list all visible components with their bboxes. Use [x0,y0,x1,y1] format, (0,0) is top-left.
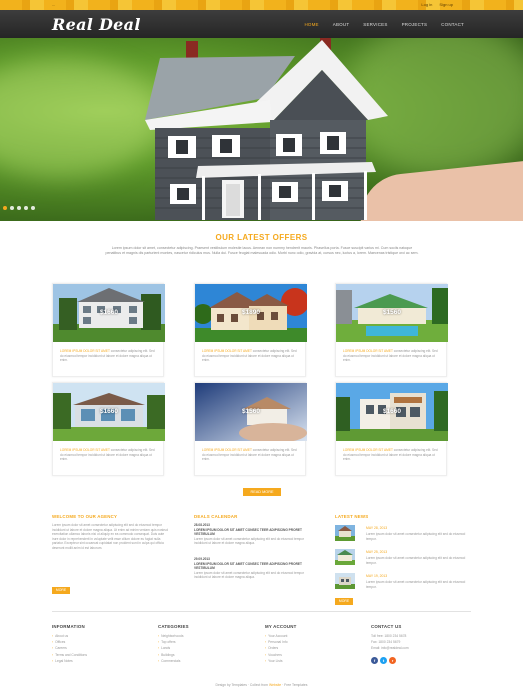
news-title: LATEST NEWS [335,514,369,519]
footer-account-title: MY ACCOUNT [265,624,297,629]
top-strip-links: Log in Sign up [415,2,453,7]
twitter-icon[interactable]: t [380,657,387,664]
footer-divider [52,611,471,612]
offer-card[interactable]: $1560 LOREM IPSUM DOLOR SIT AMET consect… [194,382,307,476]
offer-price: $1560 [241,408,261,415]
slider-pagination [3,206,35,210]
main-nav: HOME ABOUT SERVICES PROJECTS CONTACT [297,10,471,38]
footer-information-list: About us Offices Careers Terms and Condi… [52,633,87,664]
offers-intro: Lorem ipsum dolor sit amet, consectetur … [105,246,419,256]
calendar-date: 29.09.2013 [194,557,210,561]
welcome-more-button[interactable]: MORE [52,587,70,594]
news-more-button[interactable]: MORE [335,598,353,605]
offer-description: LOREM IPSUM DOLOR SIT AMET consectetur a… [343,448,438,462]
calendar-headline[interactable]: LOREM IPSUM DOLOR SIT AMET CONSEC TEER A… [194,528,302,537]
offer-description: LOREM IPSUM DOLOR SIT AMET consectetur a… [60,349,155,363]
rss-icon[interactable]: r [389,657,396,664]
news-thumbnail[interactable] [335,573,355,589]
slider-dot[interactable] [31,206,35,210]
welcome-text: Lorem ipsum dolor sit amet consectetur a… [52,523,169,550]
offer-price: $1660 [99,408,119,415]
welcome-title: WELCOME TO OUR AGENCY [52,514,118,519]
offer-description: LOREM IPSUM DOLOR SIT AMET consectetur a… [60,448,155,462]
copyright: Design by Templates · Collect from Websi… [215,683,308,687]
nav-item-projects[interactable]: PROJECTS [395,22,435,27]
footer-categories-list: Neighborhoods Top offers Lands Buildings… [158,633,183,664]
nav-item-about[interactable]: ABOUT [326,22,357,27]
nav-item-contact[interactable]: CONTACT [434,22,471,27]
calendar-text: Lorem ipsum dolor sit amet consectetur a… [194,570,305,580]
news-thumbnail[interactable] [335,549,355,565]
news-date: MAY 19, 2013 [366,574,388,578]
facebook-icon[interactable]: f [371,657,378,664]
read-more-button[interactable]: READ MORE [243,488,281,496]
nav-item-home[interactable]: HOME [297,22,325,27]
offer-description: LOREM IPSUM DOLOR SIT AMET consectetur a… [202,448,297,462]
offer-card[interactable]: $1660 LOREM IPSUM DOLOR SIT AMET consect… [52,382,165,476]
news-text: Lorem ipsum dolor sit amet consectetur a… [366,556,466,565]
offer-description: LOREM IPSUM DOLOR SIT AMET consectetur a… [202,349,297,363]
footer-contact-title: CONTACT US [371,624,402,629]
offer-description: LOREM IPSUM DOLOR SIT AMET consectetur a… [343,349,438,363]
hero-slider [0,38,523,221]
footer-contact-info: Toll free: 1800 234 5678 Fax: 1800 234 5… [371,633,409,652]
copyright-link[interactable]: Website [269,683,281,687]
slider-dot[interactable] [17,206,21,210]
offer-price: $1660 [382,408,402,415]
footer-information-title: INFORMATION [52,624,85,629]
calendar-title: DEALS CALENDAR [194,514,238,519]
news-thumbnail[interactable] [335,525,355,541]
footer-link[interactable]: Terms and Conditions [52,652,87,658]
site-header: Real Deal HOME ABOUT SERVICES PROJECTS C… [0,10,523,38]
login-link[interactable]: Log in [421,2,432,7]
contact-email[interactable]: Email: info@realdeal.com [371,645,409,651]
offer-price: $1560 [382,309,402,316]
slider-dot[interactable] [10,206,14,210]
calendar-headline[interactable]: LOREM IPSUM DOLOR SIT AMET CONSEC TEER A… [194,562,302,571]
offer-card[interactable]: $1890 LOREM IPSUM DOLOR SIT AMET consect… [194,283,307,377]
model-house-image [145,38,388,220]
offer-card[interactable]: $1660 LOREM IPSUM DOLOR SIT AMET consect… [52,283,165,377]
footer-link[interactable]: Your Lists [265,658,288,664]
news-date: MAY 25, 2013 [366,550,388,554]
offer-price: $1660 [99,309,119,316]
offer-price: $1890 [241,309,261,316]
news-date: MAY 28, 2013 [366,526,388,530]
calendar-date: 28.08.2013 [194,523,210,527]
news-text: Lorem ipsum dolor sit amet consectetur a… [366,580,466,589]
offer-card[interactable]: $1560 LOREM IPSUM DOLOR SIT AMET consect… [335,283,448,377]
slider-dot[interactable] [3,206,7,210]
offers-title: OUR LATEST OFFERS [215,233,308,242]
top-strip-text: ... [52,2,56,7]
nav-item-services[interactable]: SERVICES [356,22,394,27]
site-logo[interactable]: Real Deal [52,15,141,34]
signup-link[interactable]: Sign up [439,2,453,7]
slider-dot[interactable] [24,206,28,210]
footer-account-list: Your Account Personal Info Orders Vouche… [265,633,288,664]
calendar-entry: 29.09.2013 LOREM IPSUM DOLOR SIT AMET CO… [194,557,318,580]
offer-card[interactable]: $1660 LOREM IPSUM DOLOR SIT AMET consect… [335,382,448,476]
top-strip: ... Log in Sign up [0,0,523,10]
news-text: Lorem ipsum dolor sit amet consectetur a… [366,532,466,541]
footer-link[interactable]: Commercials [158,658,183,664]
calendar-text: Lorem ipsum dolor sit amet consectetur a… [194,536,305,546]
footer-categories-title: CATEGORIES [158,624,189,629]
calendar-entry: 28.08.2013 LOREM IPSUM DOLOR SIT AMET CO… [194,523,318,546]
footer-link[interactable]: Legal Notes [52,658,87,664]
